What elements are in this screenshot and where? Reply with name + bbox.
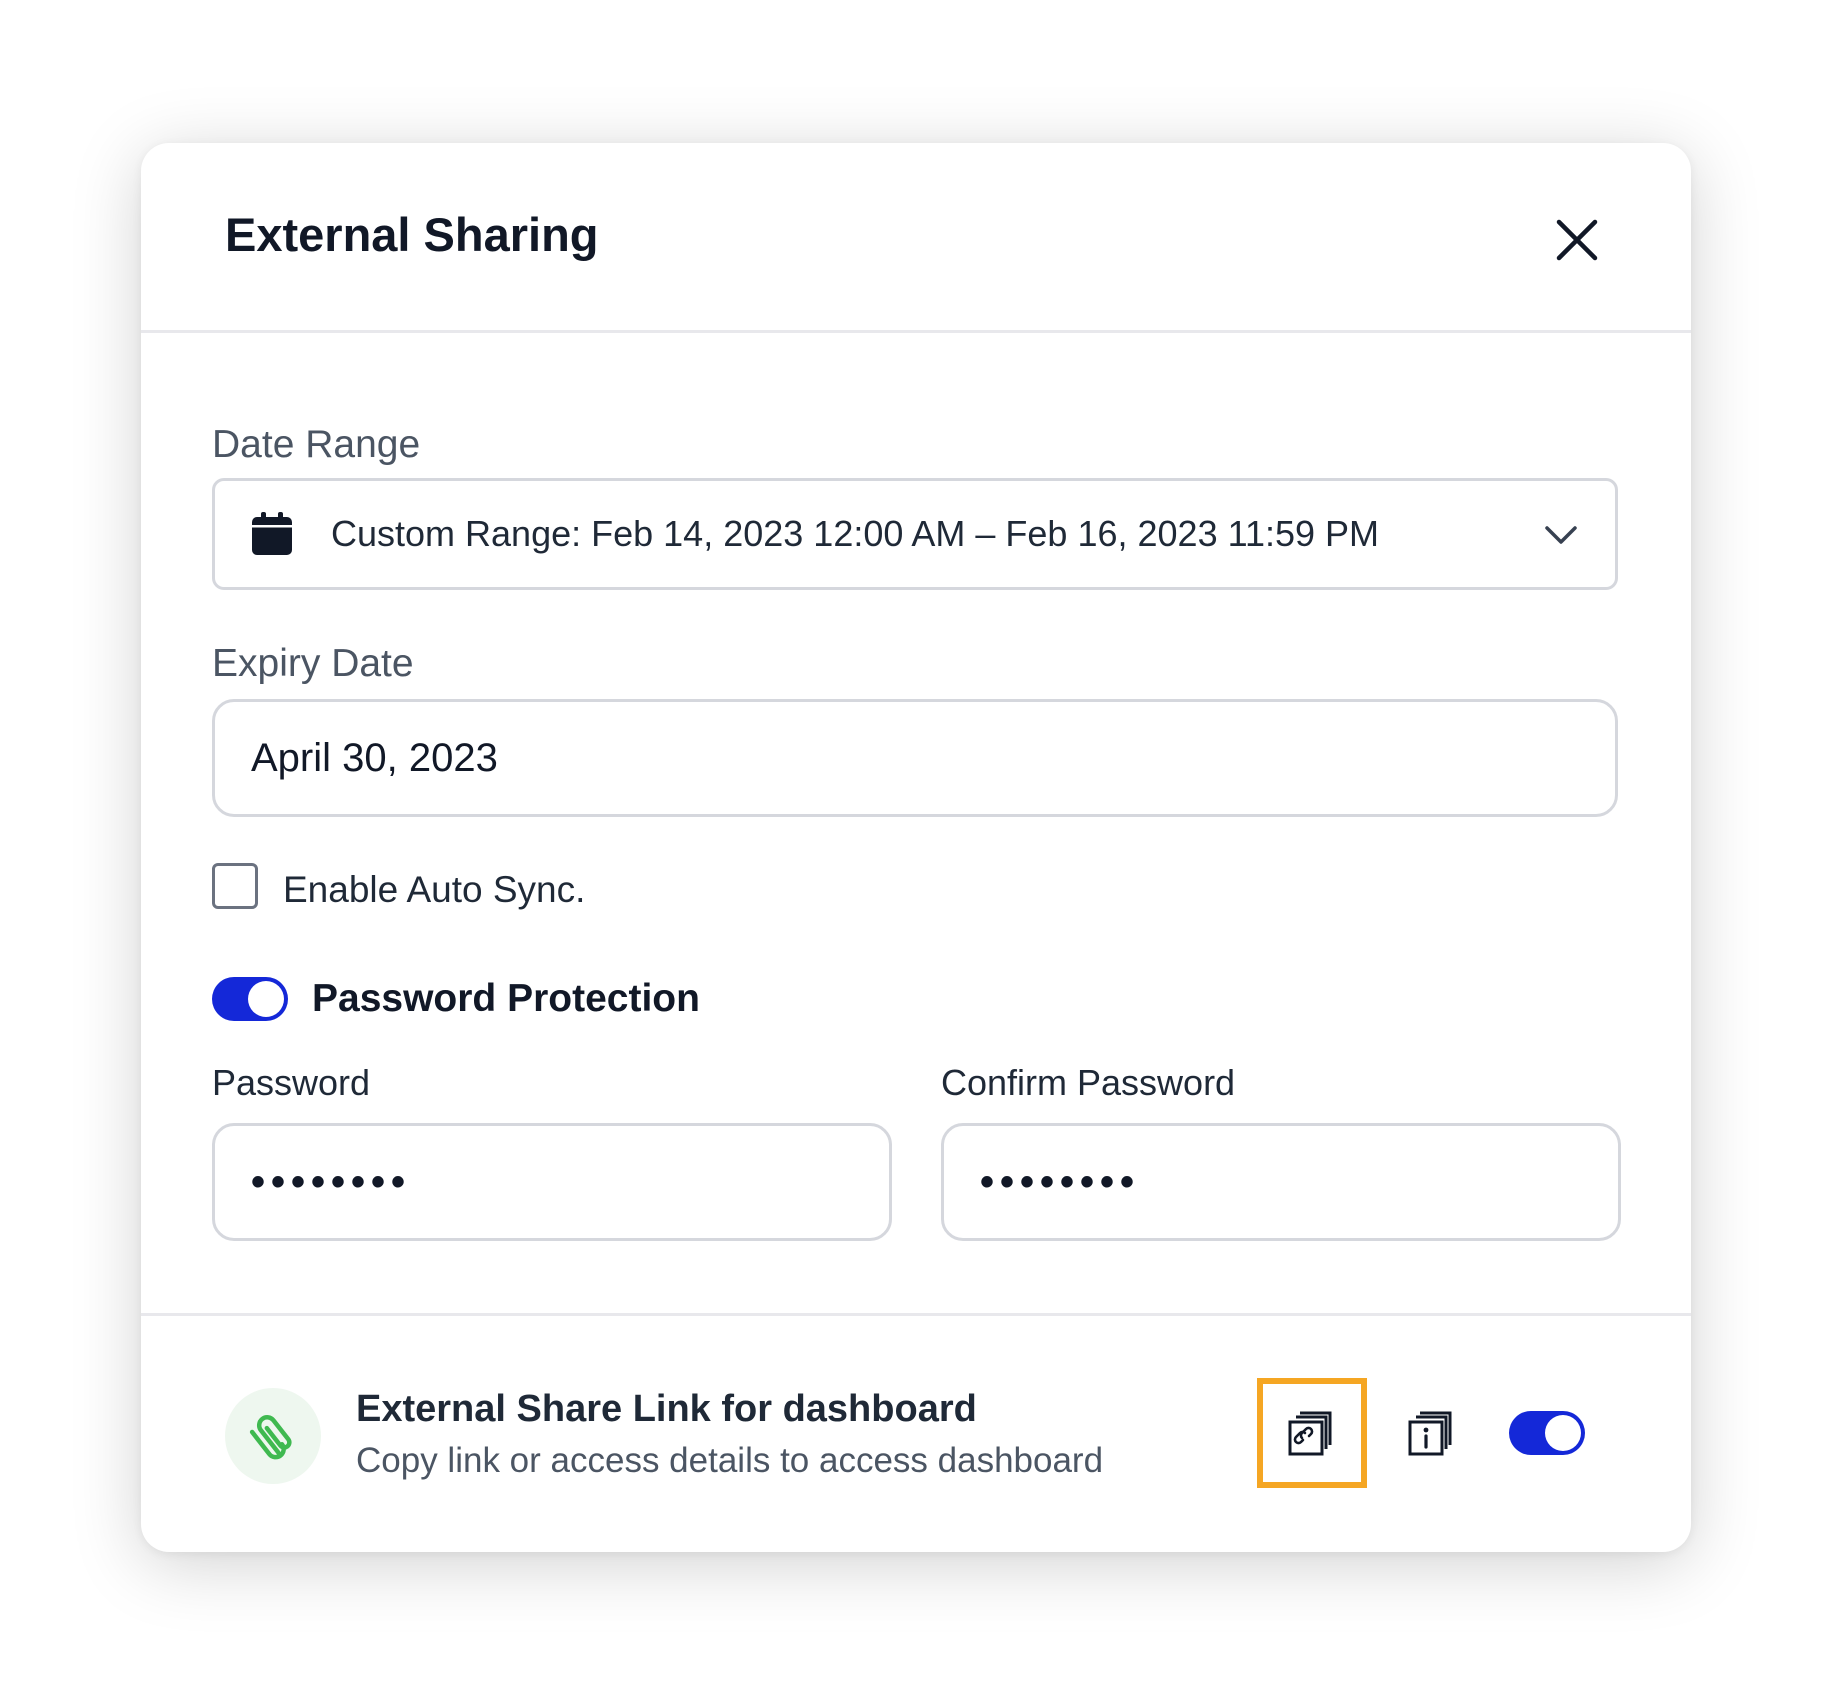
dialog-title: External Sharing [225, 208, 599, 261]
expiry-date-input[interactable] [212, 699, 1618, 817]
confirm-password-input[interactable]: •••••••• [941, 1123, 1621, 1241]
password-masked-value: •••••••• [251, 1159, 412, 1204]
auto-sync-checkbox[interactable] [212, 863, 258, 909]
password-input[interactable]: •••••••• [212, 1123, 892, 1241]
password-protection-toggle[interactable] [212, 977, 288, 1021]
auto-sync-label: Enable Auto Sync. [283, 869, 586, 910]
copy-access-details-button[interactable] [1377, 1378, 1487, 1488]
date-range-select[interactable]: Custom Range: Feb 14, 2023 12:00 AM – Fe… [212, 478, 1618, 590]
toggle-knob [1545, 1415, 1581, 1451]
close-icon [1556, 219, 1598, 261]
password-label: Password [212, 1062, 371, 1103]
date-range-label: Date Range [212, 423, 421, 466]
copy-link-icon [1288, 1411, 1332, 1456]
chevron-down-icon [1545, 526, 1577, 544]
expiry-date-label: Expiry Date [212, 642, 414, 685]
close-button[interactable] [1546, 209, 1608, 271]
share-link-avatar [225, 1388, 321, 1484]
confirm-password-masked-value: •••••••• [980, 1159, 1141, 1204]
toggle-knob [248, 981, 284, 1017]
password-protection-label: Password Protection [312, 977, 700, 1020]
dialog-header: External Sharing [141, 143, 1691, 333]
paperclip-icon [249, 1415, 292, 1460]
confirm-password-label: Confirm Password [941, 1062, 1236, 1103]
share-link-subtitle: Copy link or access details to access da… [356, 1441, 1104, 1480]
footer-divider [141, 1313, 1691, 1316]
share-link-toggle[interactable] [1509, 1411, 1585, 1455]
share-link-title: External Share Link for dashboard [356, 1388, 977, 1430]
copy-link-button[interactable] [1257, 1378, 1367, 1488]
date-range-value: Custom Range: Feb 14, 2023 12:00 AM – Fe… [331, 513, 1380, 554]
copy-info-icon [1408, 1411, 1452, 1456]
external-sharing-dialog: External Sharing Date Range Custom Range… [141, 143, 1691, 1552]
calendar-icon [251, 512, 293, 556]
